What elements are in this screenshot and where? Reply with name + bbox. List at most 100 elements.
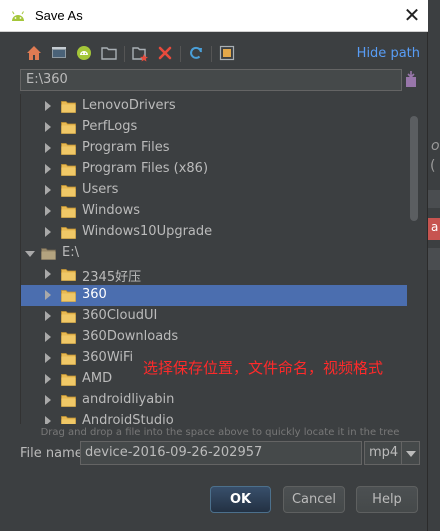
expand-arrow-right-icon[interactable] (45, 122, 51, 132)
expand-arrow-right-icon[interactable] (45, 311, 51, 321)
close-icon: ✕ (403, 3, 421, 27)
annotation-text: 选择保存位置，文件命名，视频格式 (143, 359, 384, 377)
expand-arrow-right-icon[interactable] (45, 374, 51, 384)
expand-arrow-right-icon[interactable] (45, 332, 51, 342)
expand-arrow-right-icon[interactable] (45, 185, 51, 195)
tree-item-label: Program Files (82, 140, 170, 155)
tree-item-label: AndroidStudio (82, 413, 174, 424)
tree-folder-item[interactable]: LenovoDrivers (21, 96, 407, 117)
folder-icon (61, 290, 76, 302)
toolbar-separator (211, 46, 212, 62)
tree-item-label: 360 (82, 287, 107, 302)
tree-item-label: Program Files (x86) (82, 161, 209, 176)
expand-arrow-right-icon[interactable] (45, 101, 51, 111)
folder-icon[interactable] (100, 44, 118, 62)
tree-item-label: LenovoDrivers (82, 98, 176, 113)
tree-folder-item[interactable]: 360 (21, 285, 407, 306)
tree-folder-item[interactable]: Program Files (x86) (21, 159, 407, 180)
toolbar-separator (180, 46, 181, 62)
close-button[interactable]: ✕ (396, 0, 428, 32)
folder-icon (61, 311, 76, 323)
background-text: ( (430, 158, 436, 174)
expand-arrow-right-icon[interactable] (45, 290, 51, 300)
tree-folder-item[interactable]: 2345好压 (21, 264, 407, 285)
tree-folder-item[interactable]: Windows10Upgrade (21, 222, 407, 243)
path-input[interactable]: E:\360 (20, 69, 402, 91)
folder-icon (61, 227, 76, 239)
ok-button[interactable]: OK (210, 486, 271, 513)
tree-item-label: 360WiFi (82, 350, 134, 365)
tree-item-label: AMD (82, 371, 113, 386)
tree-item-label: 2345好压 (82, 270, 142, 285)
file-name-label: File name: (20, 446, 88, 461)
tree-folder-item[interactable]: Users (21, 180, 407, 201)
expand-arrow-down-icon[interactable] (25, 251, 35, 257)
file-name-input[interactable]: device-2016-09-26-202957 (80, 441, 362, 465)
hide-path-link[interactable]: Hide path (357, 46, 420, 61)
expand-arrow-right-icon[interactable] (45, 206, 51, 216)
vertical-scrollbar[interactable] (409, 116, 419, 416)
title-bar[interactable]: Save As ✕ (0, 0, 428, 32)
help-button[interactable]: Help (356, 486, 418, 513)
folder-icon (61, 101, 76, 113)
folder-icon (61, 143, 76, 155)
folder-icon (61, 395, 76, 407)
expand-arrow-right-icon[interactable] (45, 143, 51, 153)
extension-value: mp4 (369, 445, 399, 460)
tree-folder-item[interactable]: PerfLogs (21, 117, 407, 138)
tree-item-label: 360CloudUI (82, 308, 158, 323)
tree-item-label: Windows10Upgrade (82, 224, 213, 239)
folder-icon (61, 164, 76, 176)
tree-folder-item[interactable]: AndroidStudio (21, 411, 407, 424)
tree-folder-item[interactable]: 360Downloads (21, 327, 407, 348)
save-as-dialog: Save As ✕ Hide path E:\360 AndroidStudio… (0, 0, 428, 531)
dialog-title: Save As (35, 8, 83, 23)
desktop-icon[interactable] (50, 44, 68, 62)
folder-icon (61, 206, 76, 218)
tree-item-label: androidliyabin (82, 392, 175, 407)
background-text: a (431, 220, 439, 234)
expand-arrow-right-icon[interactable] (45, 353, 51, 363)
folder-icon (61, 122, 76, 134)
extension-select[interactable]: mp4 (364, 441, 420, 465)
tree-drive-item[interactable]: E:\ (21, 243, 407, 264)
new-folder-icon[interactable] (131, 44, 149, 62)
chevron-down-icon[interactable] (401, 442, 419, 464)
tree-folder-item[interactable]: androidliyabin (21, 390, 407, 411)
folder-icon (61, 332, 76, 344)
tree-item-label: Users (82, 182, 119, 197)
expand-arrow-right-icon[interactable] (45, 164, 51, 174)
toolbar: Hide path (20, 40, 420, 66)
background-text: o (431, 138, 440, 154)
home-icon[interactable] (25, 44, 43, 62)
tree-folder-item[interactable]: 360CloudUI (21, 306, 407, 327)
history-dropdown-icon[interactable] (403, 70, 419, 88)
tree-item-label: Windows (82, 203, 141, 218)
show-hidden-icon[interactable] (218, 44, 236, 62)
tree-item-label: E:\ (62, 245, 79, 260)
tree-item-label: 360Downloads (82, 329, 179, 344)
expand-arrow-right-icon[interactable] (45, 395, 51, 405)
expand-arrow-right-icon[interactable] (45, 416, 51, 424)
refresh-icon[interactable] (187, 44, 205, 62)
folder-icon (61, 416, 76, 424)
delete-icon[interactable] (156, 44, 174, 62)
tree-item-label: PerfLogs (82, 119, 138, 134)
android-studio-icon (12, 11, 24, 21)
drag-drop-hint: Drag and drop a file into the space abov… (40, 427, 400, 438)
drive-icon (41, 248, 56, 260)
folder-icon (61, 269, 76, 281)
background-panel (427, 190, 440, 208)
cancel-button[interactable]: Cancel (283, 486, 345, 513)
expand-arrow-right-icon[interactable] (45, 269, 51, 279)
folder-icon (61, 374, 76, 386)
background-panel (427, 248, 440, 270)
folder-icon (61, 353, 76, 365)
expand-arrow-right-icon[interactable] (45, 227, 51, 237)
tree-folder-item[interactable]: Windows (21, 201, 407, 222)
android-project-icon[interactable] (75, 44, 93, 62)
toolbar-separator (124, 46, 125, 62)
tree-folder-item[interactable]: Program Files (21, 138, 407, 159)
scrollbar-thumb[interactable] (410, 116, 418, 221)
folder-icon (61, 185, 76, 197)
